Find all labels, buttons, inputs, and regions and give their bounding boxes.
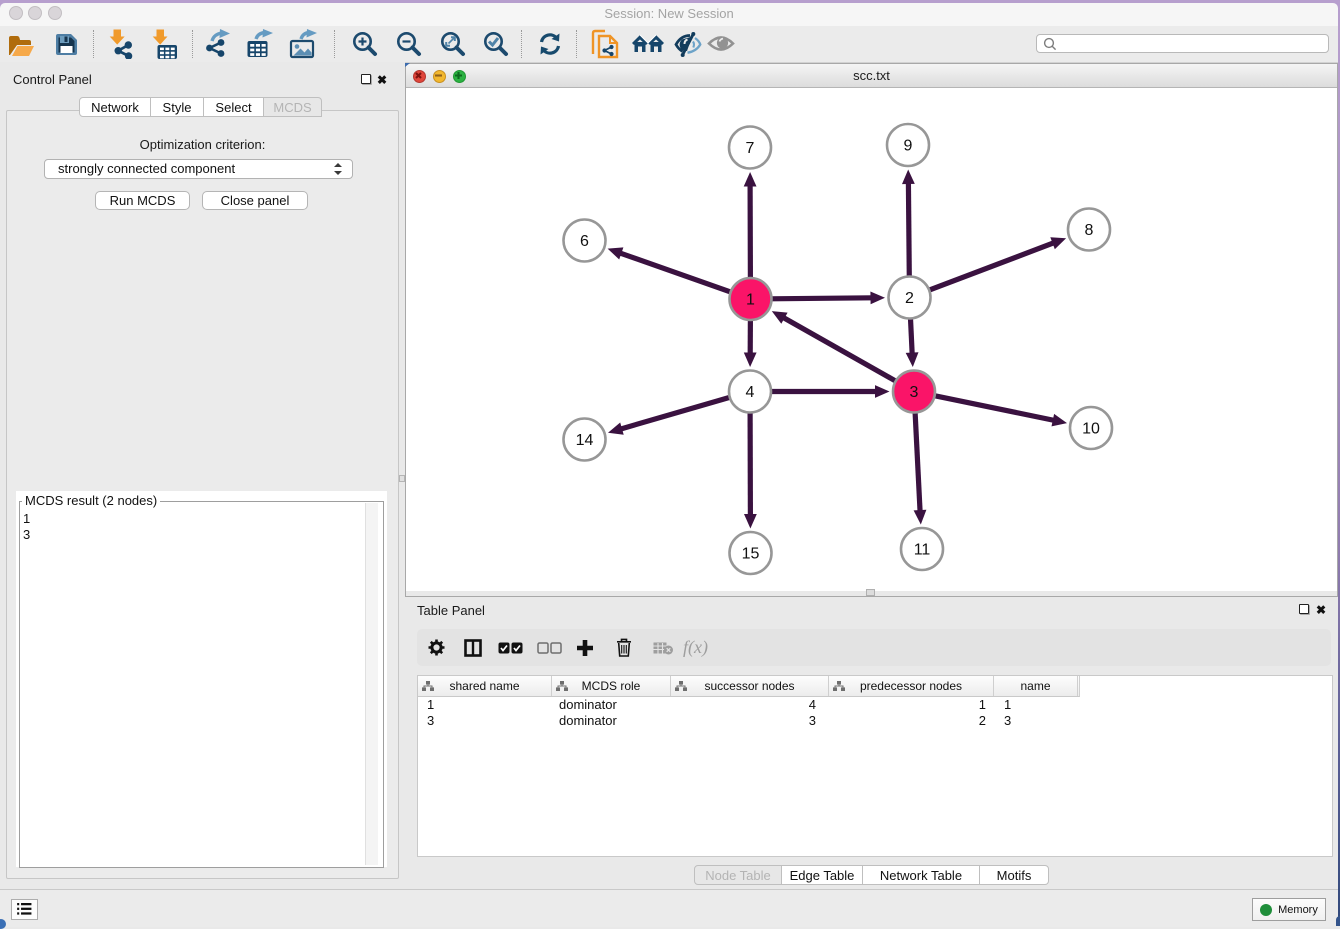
svg-text:9: 9 [904, 138, 913, 155]
svg-text:2: 2 [905, 290, 914, 307]
svg-text:11: 11 [914, 542, 931, 559]
svg-text:15: 15 [742, 546, 760, 563]
svg-text:1: 1 [746, 292, 755, 309]
svg-text:4: 4 [746, 384, 755, 401]
svg-text:8: 8 [1085, 222, 1094, 239]
svg-text:10: 10 [1082, 421, 1100, 438]
svg-text:3: 3 [910, 384, 919, 401]
svg-text:6: 6 [580, 233, 589, 250]
svg-text:14: 14 [576, 432, 594, 449]
svg-text:7: 7 [746, 140, 755, 157]
